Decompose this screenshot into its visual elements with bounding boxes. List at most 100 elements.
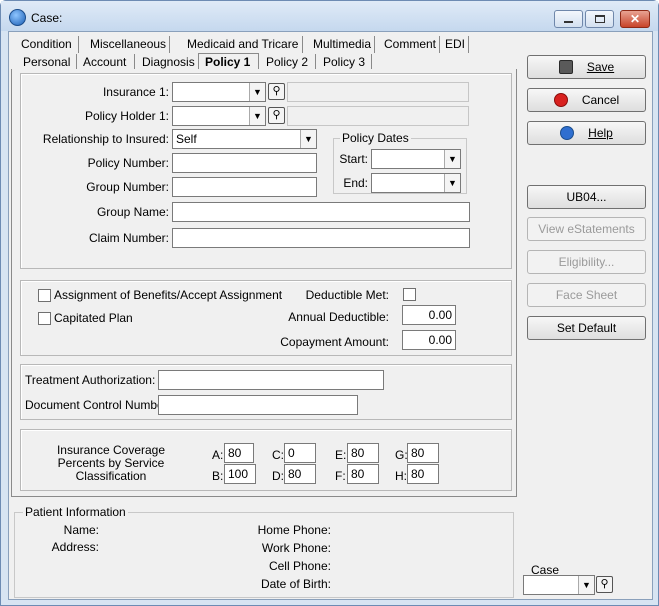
assignment-checkbox[interactable] [38,289,51,302]
coverage-e-input[interactable]: 80 [347,443,379,463]
coverage-e-label: E: [335,448,347,462]
save-button[interactable]: Save [527,55,646,79]
chevron-down-icon: ▼ [300,130,316,148]
eligibility-button[interactable]: Eligibility... [527,250,646,274]
maximize-button[interactable] [585,10,614,28]
tab-miscellaneous[interactable]: Miscellaneous [84,36,170,53]
cancel-icon [553,93,568,107]
tab-edi[interactable]: EDI [439,36,469,53]
document-control-number-label: Document Control Number: [25,398,172,412]
tab-multimedia[interactable]: Multimedia [307,36,375,53]
assignment-label: Assignment of Benefits/Accept Assignment [54,288,283,302]
policy-1-panel: Insurance 1: ▼ ⚲ Policy Holder 1: ▼ ⚲ Re… [11,69,517,497]
insurance-1-select[interactable]: ▼ [172,82,266,102]
copayment-amount-input[interactable]: 0.00 [402,330,456,350]
coverage-g-label: G: [395,448,408,462]
view-estatements-button[interactable]: View eStatements [527,217,646,241]
coverage-d-label: D: [272,469,284,483]
claim-number-input[interactable] [172,228,470,248]
date-of-birth-label: Date of Birth: [260,577,331,591]
work-phone-label: Work Phone: [261,541,331,555]
chevron-down-icon: ▼ [444,150,460,168]
capitated-plan-label: Capitated Plan [54,311,133,325]
coverage-f-input[interactable]: 80 [347,464,379,484]
claim-number-label: Claim Number: [88,231,169,245]
coverage-h-input[interactable]: 80 [407,464,439,484]
ub04-button[interactable]: UB04... [527,185,646,209]
title-bar[interactable]: Case: ✕ [1,1,658,31]
close-icon: ✕ [629,12,641,26]
cell-phone-label: Cell Phone: [268,559,331,573]
treatment-authorization-input[interactable] [158,370,384,390]
group-name-input[interactable] [172,202,470,222]
help-button[interactable]: Help [527,121,646,145]
start-label: Start: [339,152,368,166]
cancel-button[interactable]: Cancel [527,88,646,112]
case-window: Case: ✕ Condition Miscellaneous Medicaid… [0,0,659,606]
maximize-icon [594,15,605,23]
set-default-button[interactable]: Set Default [527,316,646,340]
coverage-c-input[interactable]: 0 [284,443,316,463]
document-control-number-input[interactable] [158,395,358,415]
insurance-section: Insurance 1: ▼ ⚲ Policy Holder 1: ▼ ⚲ Re… [20,73,512,269]
group-number-label: Group Number: [86,180,169,194]
coverage-d-input[interactable]: 80 [284,464,316,484]
dialog-body: Condition Miscellaneous Medicaid and Tri… [8,31,653,600]
policy-holder-select[interactable]: ▼ [172,106,266,126]
coverage-a-label: A: [212,448,224,462]
capitated-plan-checkbox[interactable] [38,312,51,325]
relationship-select[interactable]: Self ▼ [172,129,317,149]
group-number-input[interactable] [172,177,317,197]
coverage-g-input[interactable]: 80 [407,443,439,463]
chevron-down-icon: ▼ [249,83,265,101]
case-selector-select[interactable]: ▼ [523,575,595,595]
policy-holder-label: Policy Holder 1: [84,109,169,123]
policy-dates-title: Policy Dates [340,131,411,145]
window-title: Case: [31,11,63,25]
coverage-b-label: B: [212,469,224,483]
patient-information-group: Patient Information Name: Address: Home … [14,505,514,598]
insurance-lookup-button[interactable]: ⚲ [268,83,285,100]
chevron-down-icon: ▼ [444,174,460,192]
search-icon: ⚲ [272,85,281,97]
floppy-disk-icon [558,60,573,74]
policy-number-input[interactable] [172,153,317,173]
tab-condition[interactable]: Condition [15,36,79,53]
chevron-down-icon: ▼ [578,576,594,594]
deductible-met-label: Deductible Met: [305,288,389,302]
copayment-amount-label: Copayment Amount: [280,335,389,349]
coverage-title: Insurance Coverage Percents by Service C… [56,443,166,483]
relationship-label: Relationship to Insured: [42,132,169,146]
tab-medicaid-tricare[interactable]: Medicaid and Tricare [181,36,303,53]
policy-number-label: Policy Number: [87,156,169,170]
deductible-met-checkbox[interactable] [403,288,416,301]
face-sheet-button[interactable]: Face Sheet [527,283,646,307]
coverage-f-label: F: [335,469,346,483]
patient-address-label: Address: [51,540,99,554]
end-date-select[interactable]: ▼ [371,173,461,193]
minimize-button[interactable] [554,10,583,28]
policy-holder-lookup-button[interactable]: ⚲ [268,107,285,124]
benefits-section: Assignment of Benefits/Accept Assignment… [20,280,512,356]
minimize-icon [564,21,573,23]
insurance-1-label: Insurance 1: [102,85,169,99]
policy-dates-group: Policy Dates Start: ▼ End: ▼ [333,131,467,194]
annual-deductible-label: Annual Deductible: [288,310,389,324]
tab-comment[interactable]: Comment [378,36,440,53]
policy-holder-name-field [287,106,469,126]
coverage-section: Insurance Coverage Percents by Service C… [20,429,512,491]
annual-deductible-input[interactable]: 0.00 [402,305,456,325]
coverage-b-input[interactable]: 100 [224,464,256,484]
insurance-1-name-field [287,82,469,102]
patient-name-label: Name: [63,523,99,537]
close-button[interactable]: ✕ [620,10,650,28]
coverage-a-input[interactable]: 80 [224,443,254,463]
authorization-section: Treatment Authorization: Document Contro… [20,364,512,420]
home-phone-label: Home Phone: [257,523,331,537]
coverage-c-label: C: [272,448,284,462]
start-date-select[interactable]: ▼ [371,149,461,169]
case-lookup-button[interactable]: ⚲ [596,576,613,593]
help-icon [560,126,575,140]
search-icon: ⚲ [272,109,281,121]
treatment-authorization-label: Treatment Authorization: [25,373,156,387]
